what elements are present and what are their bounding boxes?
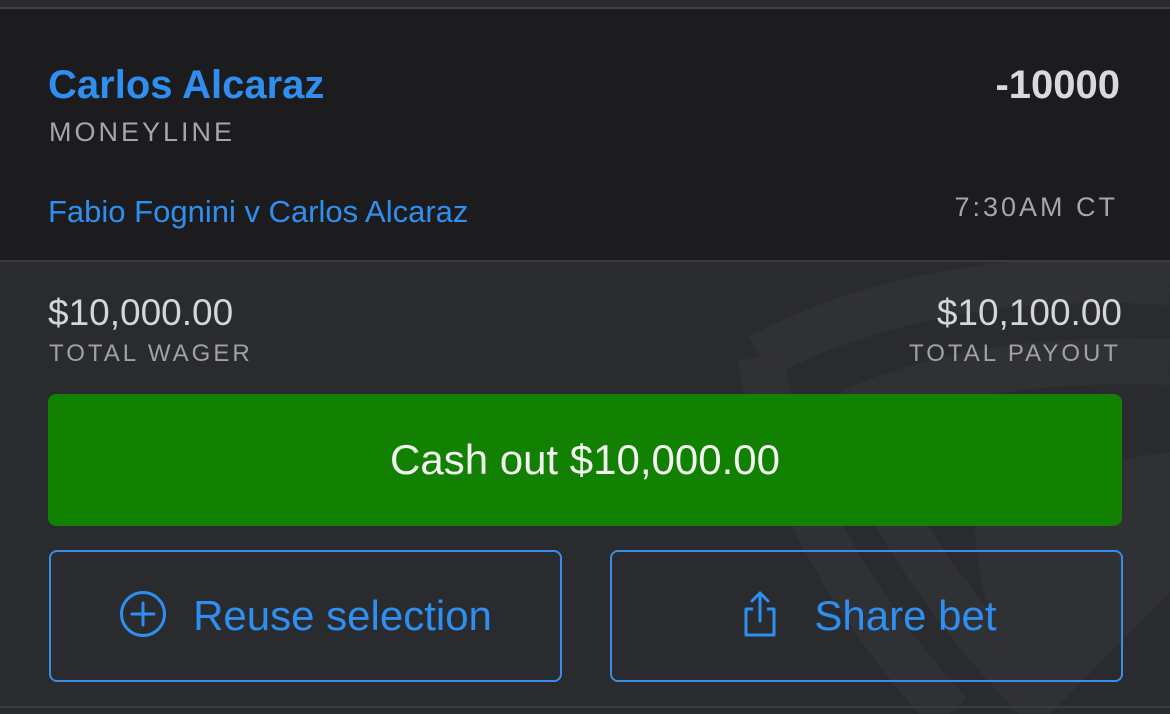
bottom-divider <box>0 706 1170 708</box>
header-divider <box>0 260 1170 262</box>
share-bet-button[interactable]: Share bet <box>610 550 1123 682</box>
odds-value: -10000 <box>995 63 1120 107</box>
cash-out-button[interactable]: Cash out $10,000.00 <box>48 394 1122 526</box>
total-payout-label: TOTAL PAYOUT <box>908 340 1121 367</box>
plus-circle-icon <box>120 591 167 637</box>
share-bet-label: Share bet <box>814 592 997 639</box>
cash-out-label: Cash out $10,000.00 <box>390 436 780 483</box>
bet-card: Carlos Alcaraz -10000 MONEYLINE Fabio Fo… <box>0 0 1170 714</box>
reuse-selection-label: Reuse selection <box>193 592 492 639</box>
selection-name: Carlos Alcaraz <box>48 63 325 107</box>
total-wager-amount: $10,000.00 <box>48 292 234 333</box>
share-icon <box>744 591 776 637</box>
total-wager-label: TOTAL WAGER <box>49 340 253 367</box>
reuse-selection-button[interactable]: Reuse selection <box>49 550 562 682</box>
market-type-label: MONEYLINE <box>49 117 236 147</box>
total-payout-amount: $10,100.00 <box>936 292 1122 333</box>
event-time: 7:30AM CT <box>954 192 1118 222</box>
event-link[interactable]: Fabio Fognini v Carlos Alcaraz <box>48 193 468 231</box>
bet-header: Carlos Alcaraz -10000 MONEYLINE Fabio Fo… <box>0 9 1170 260</box>
